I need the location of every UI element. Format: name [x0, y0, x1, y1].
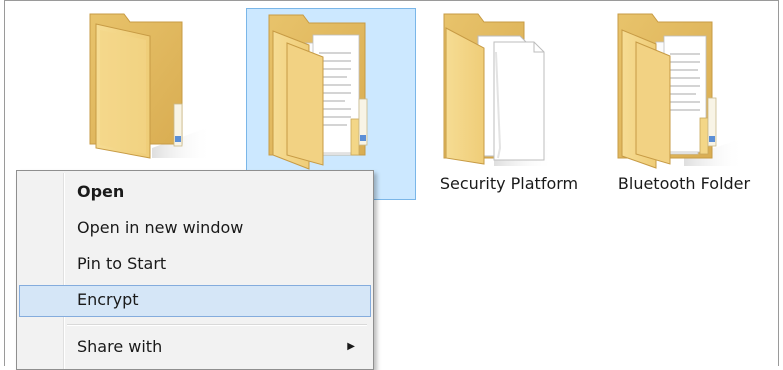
- menu-item-label: Share with: [77, 337, 163, 356]
- folder-documents-icon: [247, 9, 415, 183]
- folder-item-security-platform[interactable]: Security Platform: [434, 8, 584, 198]
- folder-item-1[interactable]: [62, 8, 222, 166]
- context-menu: Open Open in new window Pin to Start Enc…: [16, 170, 374, 370]
- folder-icon: [62, 8, 222, 170]
- folder-documents-icon: [604, 8, 764, 174]
- folder-label: Bluetooth Folder: [617, 174, 751, 193]
- folder-documents-icon: [434, 8, 584, 174]
- menu-item-open-in-new-window[interactable]: Open in new window: [19, 213, 371, 245]
- menu-item-encrypt[interactable]: Encrypt: [19, 285, 371, 317]
- menu-separator: [67, 324, 367, 326]
- menu-item-open[interactable]: Open: [19, 177, 371, 209]
- folder-label: Security Platform: [439, 174, 579, 193]
- submenu-arrow-icon: ▶: [347, 341, 355, 352]
- menu-item-share-with[interactable]: Share with ▶: [19, 332, 371, 364]
- folder-item-bluetooth-folder[interactable]: Bluetooth Folder: [604, 8, 764, 198]
- menu-item-pin-to-start[interactable]: Pin to Start: [19, 249, 371, 281]
